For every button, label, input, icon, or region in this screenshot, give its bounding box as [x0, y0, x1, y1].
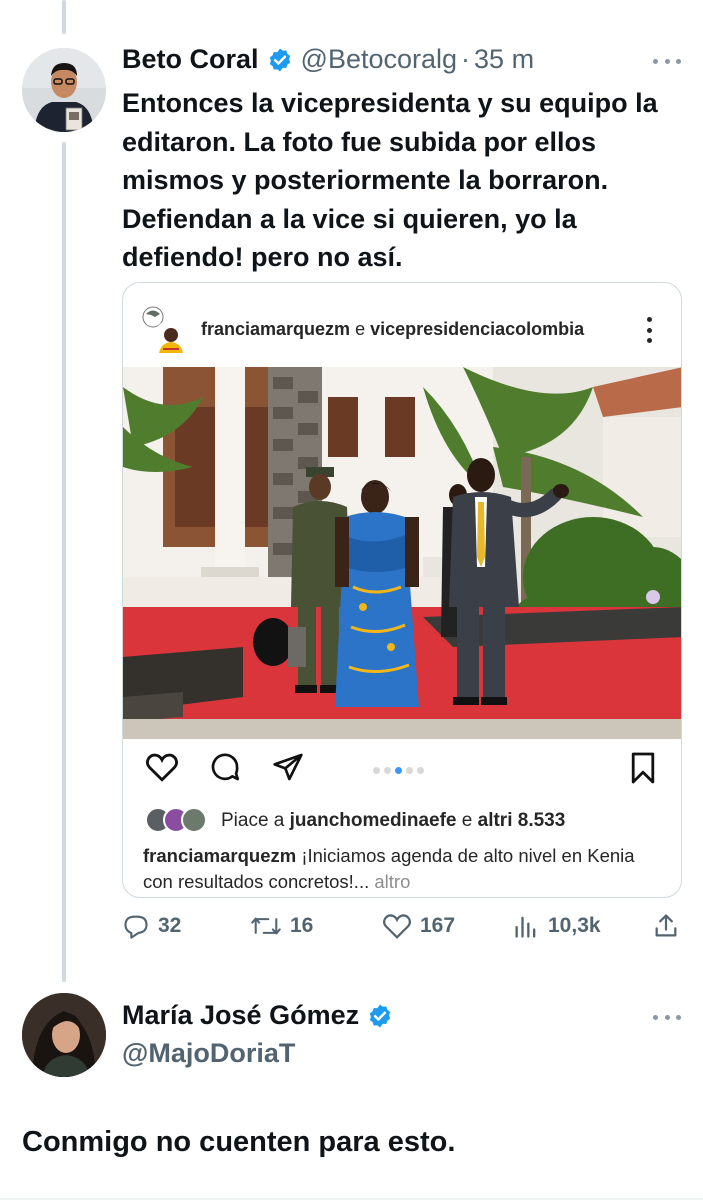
bookmark-icon[interactable] — [629, 751, 657, 785]
reply-icon — [124, 915, 148, 939]
caption-more-link[interactable]: altro — [369, 871, 410, 892]
ig-post-photo[interactable] — [123, 367, 681, 739]
reply-header: María José Gómez — [122, 1000, 401, 1031]
ig-action-bar — [123, 747, 681, 793]
thread-line — [62, 142, 66, 982]
likes-others[interactable]: altri 8.533 — [478, 810, 566, 832]
ig-account-1[interactable]: franciamarquezm — [201, 319, 350, 339]
tweet-time[interactable]: 35 m — [474, 44, 534, 75]
ig-account-2[interactable]: vicepresidenciacolombia — [370, 319, 584, 339]
ig-more-icon[interactable] — [647, 317, 653, 343]
like-icon — [383, 914, 411, 939]
like-count: 167 — [420, 914, 456, 937]
upload-icon — [655, 914, 677, 937]
ig-post-header: franciamarquezm e vicepresidenciacolombi… — [123, 283, 681, 367]
reply-author-name[interactable]: María José Gómez — [122, 1000, 359, 1031]
retweet-icon — [251, 917, 281, 935]
ig-accounts: franciamarquezm e vicepresidenciacolombi… — [201, 319, 584, 340]
retweet-button[interactable]: 16 — [250, 912, 313, 940]
caption-user[interactable]: franciamarquezm — [143, 845, 296, 866]
tweet-action-bar: 32 16 167 10,3k — [122, 912, 682, 948]
likes-user[interactable]: juanchomedinaefe — [290, 810, 457, 832]
ig-caption: franciamarquezm ¡Iniciamos agenda de alt… — [143, 843, 663, 895]
like-button[interactable]: 167 — [382, 912, 455, 940]
ig-avatars[interactable] — [141, 305, 189, 355]
retweet-count: 16 — [290, 914, 314, 937]
comment-icon[interactable] — [209, 751, 241, 783]
likes-prefix: Piace a — [221, 810, 285, 831]
author-handle[interactable]: @Betocoralg — [301, 44, 458, 75]
likes-mid: e — [461, 810, 473, 831]
more-icon[interactable] — [653, 56, 681, 66]
thread-line-top — [62, 0, 66, 34]
views-button[interactable]: 10,3k — [512, 912, 601, 940]
liker-avatars[interactable] — [145, 807, 211, 835]
tweet-text: Entonces la vicepresidenta y su equipo l… — [122, 88, 658, 272]
avatar[interactable] — [22, 48, 106, 132]
embedded-instagram-post[interactable]: franciamarquezm e vicepresidenciacolombi… — [122, 282, 682, 898]
verified-badge-icon — [369, 1004, 391, 1027]
reply-avatar[interactable] — [22, 993, 106, 1077]
reply-text: Conmigo no cuenten para esto. — [22, 1126, 456, 1158]
ig-likes-line: Piace a juanchomedinaefe e altri 8.533 — [145, 807, 565, 835]
share-icon[interactable] — [271, 751, 305, 783]
heart-icon[interactable] — [145, 751, 179, 783]
views-icon — [515, 916, 536, 938]
verified-badge-icon — [269, 48, 290, 71]
reply-button[interactable]: 32 — [122, 912, 181, 940]
reply-handle[interactable]: @MajoDoriaT — [122, 1038, 295, 1069]
tweet-header: Beto Coral @Betocoralg · 35 m — [122, 44, 534, 75]
views-count: 10,3k — [548, 914, 601, 937]
carousel-indicator — [373, 767, 424, 774]
separator: · — [461, 44, 471, 74]
share-tweet-button[interactable] — [652, 912, 688, 940]
reply-more-icon[interactable] — [653, 1012, 681, 1022]
reply-count: 32 — [158, 914, 182, 937]
ig-conjunction: e — [350, 319, 371, 339]
author-name[interactable]: Beto Coral — [122, 44, 259, 75]
